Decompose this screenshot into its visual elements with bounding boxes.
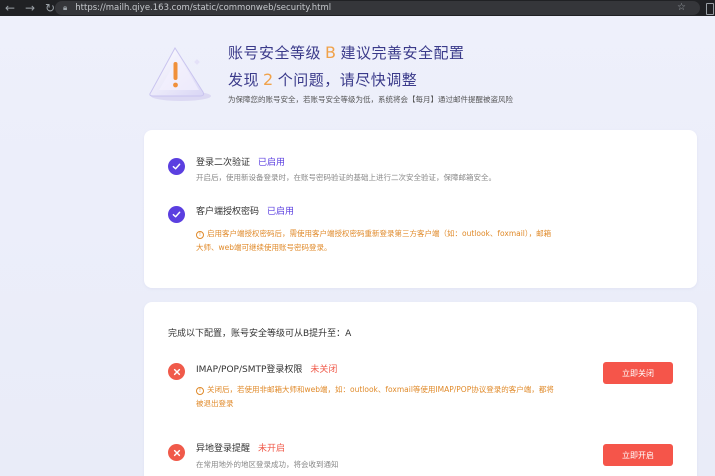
header-subtitle: 为保障您的账号安全，若账号安全等级为低，系统将会【每月】通过邮件提醒被盗风险 bbox=[228, 95, 513, 104]
two-step-verification-desc: 开启后，使用新设备登录时，在账号密码验证的基础上进行二次安全验证，保障邮箱安全。 bbox=[196, 173, 496, 182]
browser-toolbar: ← → ↻ 🔒︎ https://mailh.qiye.163.com/stat… bbox=[0, 0, 715, 16]
security-level-title: 账号安全等级 B 建议完善安全配置 bbox=[228, 42, 465, 63]
issue-count: 2 bbox=[263, 70, 274, 89]
bookmark-star-icon[interactable]: ☆ bbox=[677, 1, 686, 15]
upgrade-settings-card: 完成以下配置，账号安全等级可从B提升至：A IMAP/POP/SMTP登录权限未… bbox=[144, 302, 697, 476]
issues-found-title: 发现 2 个问题，请尽快调整 bbox=[228, 69, 417, 90]
url-text: https://mailh.qiye.163.com/static/common… bbox=[75, 3, 332, 13]
security-grade: B bbox=[325, 43, 337, 62]
info-icon: ! bbox=[196, 387, 204, 395]
warning-line: 大师、web端可继续使用账号密码登录。 bbox=[196, 243, 332, 252]
address-bar[interactable]: 🔒︎ https://mailh.qiye.163.com/static/com… bbox=[55, 1, 700, 15]
close-circle-icon bbox=[168, 363, 185, 380]
status-badge: 已启用 bbox=[267, 207, 295, 217]
check-icon bbox=[168, 206, 185, 223]
warning-line: 被退出登录 bbox=[196, 399, 234, 408]
client-auth-password-title: 客户端授权密码 已启用 bbox=[196, 204, 294, 217]
found-suffix: 个问题，请尽快调整 bbox=[277, 71, 418, 89]
lock-icon[interactable]: 🔒︎ bbox=[63, 3, 67, 13]
forward-icon[interactable]: → bbox=[20, 0, 40, 16]
enable-remote-alert-button[interactable]: 立即开启 bbox=[603, 444, 673, 466]
imap-pop-smtp-title: IMAP/POP/SMTP登录权限 未关闭 bbox=[196, 362, 337, 375]
imap-pop-smtp-warning: ! 关闭后，若使用非邮箱大师和web端，如：outlook、foxmail等使用I… bbox=[196, 383, 554, 411]
item-title-text: 异地登录提醒 bbox=[196, 444, 251, 454]
warning-line: 关闭后，若使用非邮箱大师和web端，如：outlook、foxmail等使用IM… bbox=[207, 385, 554, 394]
upgrade-heading: 完成以下配置，账号安全等级可从B提升至：A bbox=[168, 329, 352, 339]
warning-line: 启用客户端授权密码后，需使用客户端授权密码重新登录第三方客户端（如：outloo… bbox=[207, 229, 552, 238]
found-prefix: 发现 bbox=[228, 71, 260, 89]
status-badge: 未开启 bbox=[258, 444, 286, 454]
item-title-text: IMAP/POP/SMTP登录权限 bbox=[196, 365, 303, 375]
close-imap-button[interactable]: 立即关闭 bbox=[603, 362, 673, 384]
info-icon: ! bbox=[196, 231, 204, 239]
close-circle-icon bbox=[168, 444, 185, 461]
remote-login-alert-desc: 在常用地外的地区登录成功，将会收到通知 bbox=[196, 460, 339, 469]
title-prefix: 账号安全等级 bbox=[228, 44, 322, 62]
side-panel-icon[interactable] bbox=[703, 0, 715, 16]
item-title-text: 客户端授权密码 bbox=[196, 207, 260, 217]
back-icon[interactable]: ← bbox=[0, 0, 20, 16]
check-icon bbox=[168, 158, 185, 175]
client-auth-password-warning: ! 启用客户端授权密码后，需使用客户端授权密码重新登录第三方客户端（如：outlo… bbox=[196, 227, 551, 255]
status-badge: 已启用 bbox=[258, 158, 286, 168]
two-step-verification-title: 登录二次验证 已启用 bbox=[196, 155, 285, 168]
status-badge: 未关闭 bbox=[310, 365, 338, 375]
title-suffix: 建议完善安全配置 bbox=[340, 44, 465, 62]
enabled-settings-card: 登录二次验证 已启用 开启后，使用新设备登录时，在账号密码验证的基础上进行二次安全… bbox=[144, 130, 697, 288]
warning-triangle-icon bbox=[149, 47, 211, 101]
item-title-text: 登录二次验证 bbox=[196, 158, 251, 168]
remote-login-alert-title: 异地登录提醒 未开启 bbox=[196, 441, 285, 454]
